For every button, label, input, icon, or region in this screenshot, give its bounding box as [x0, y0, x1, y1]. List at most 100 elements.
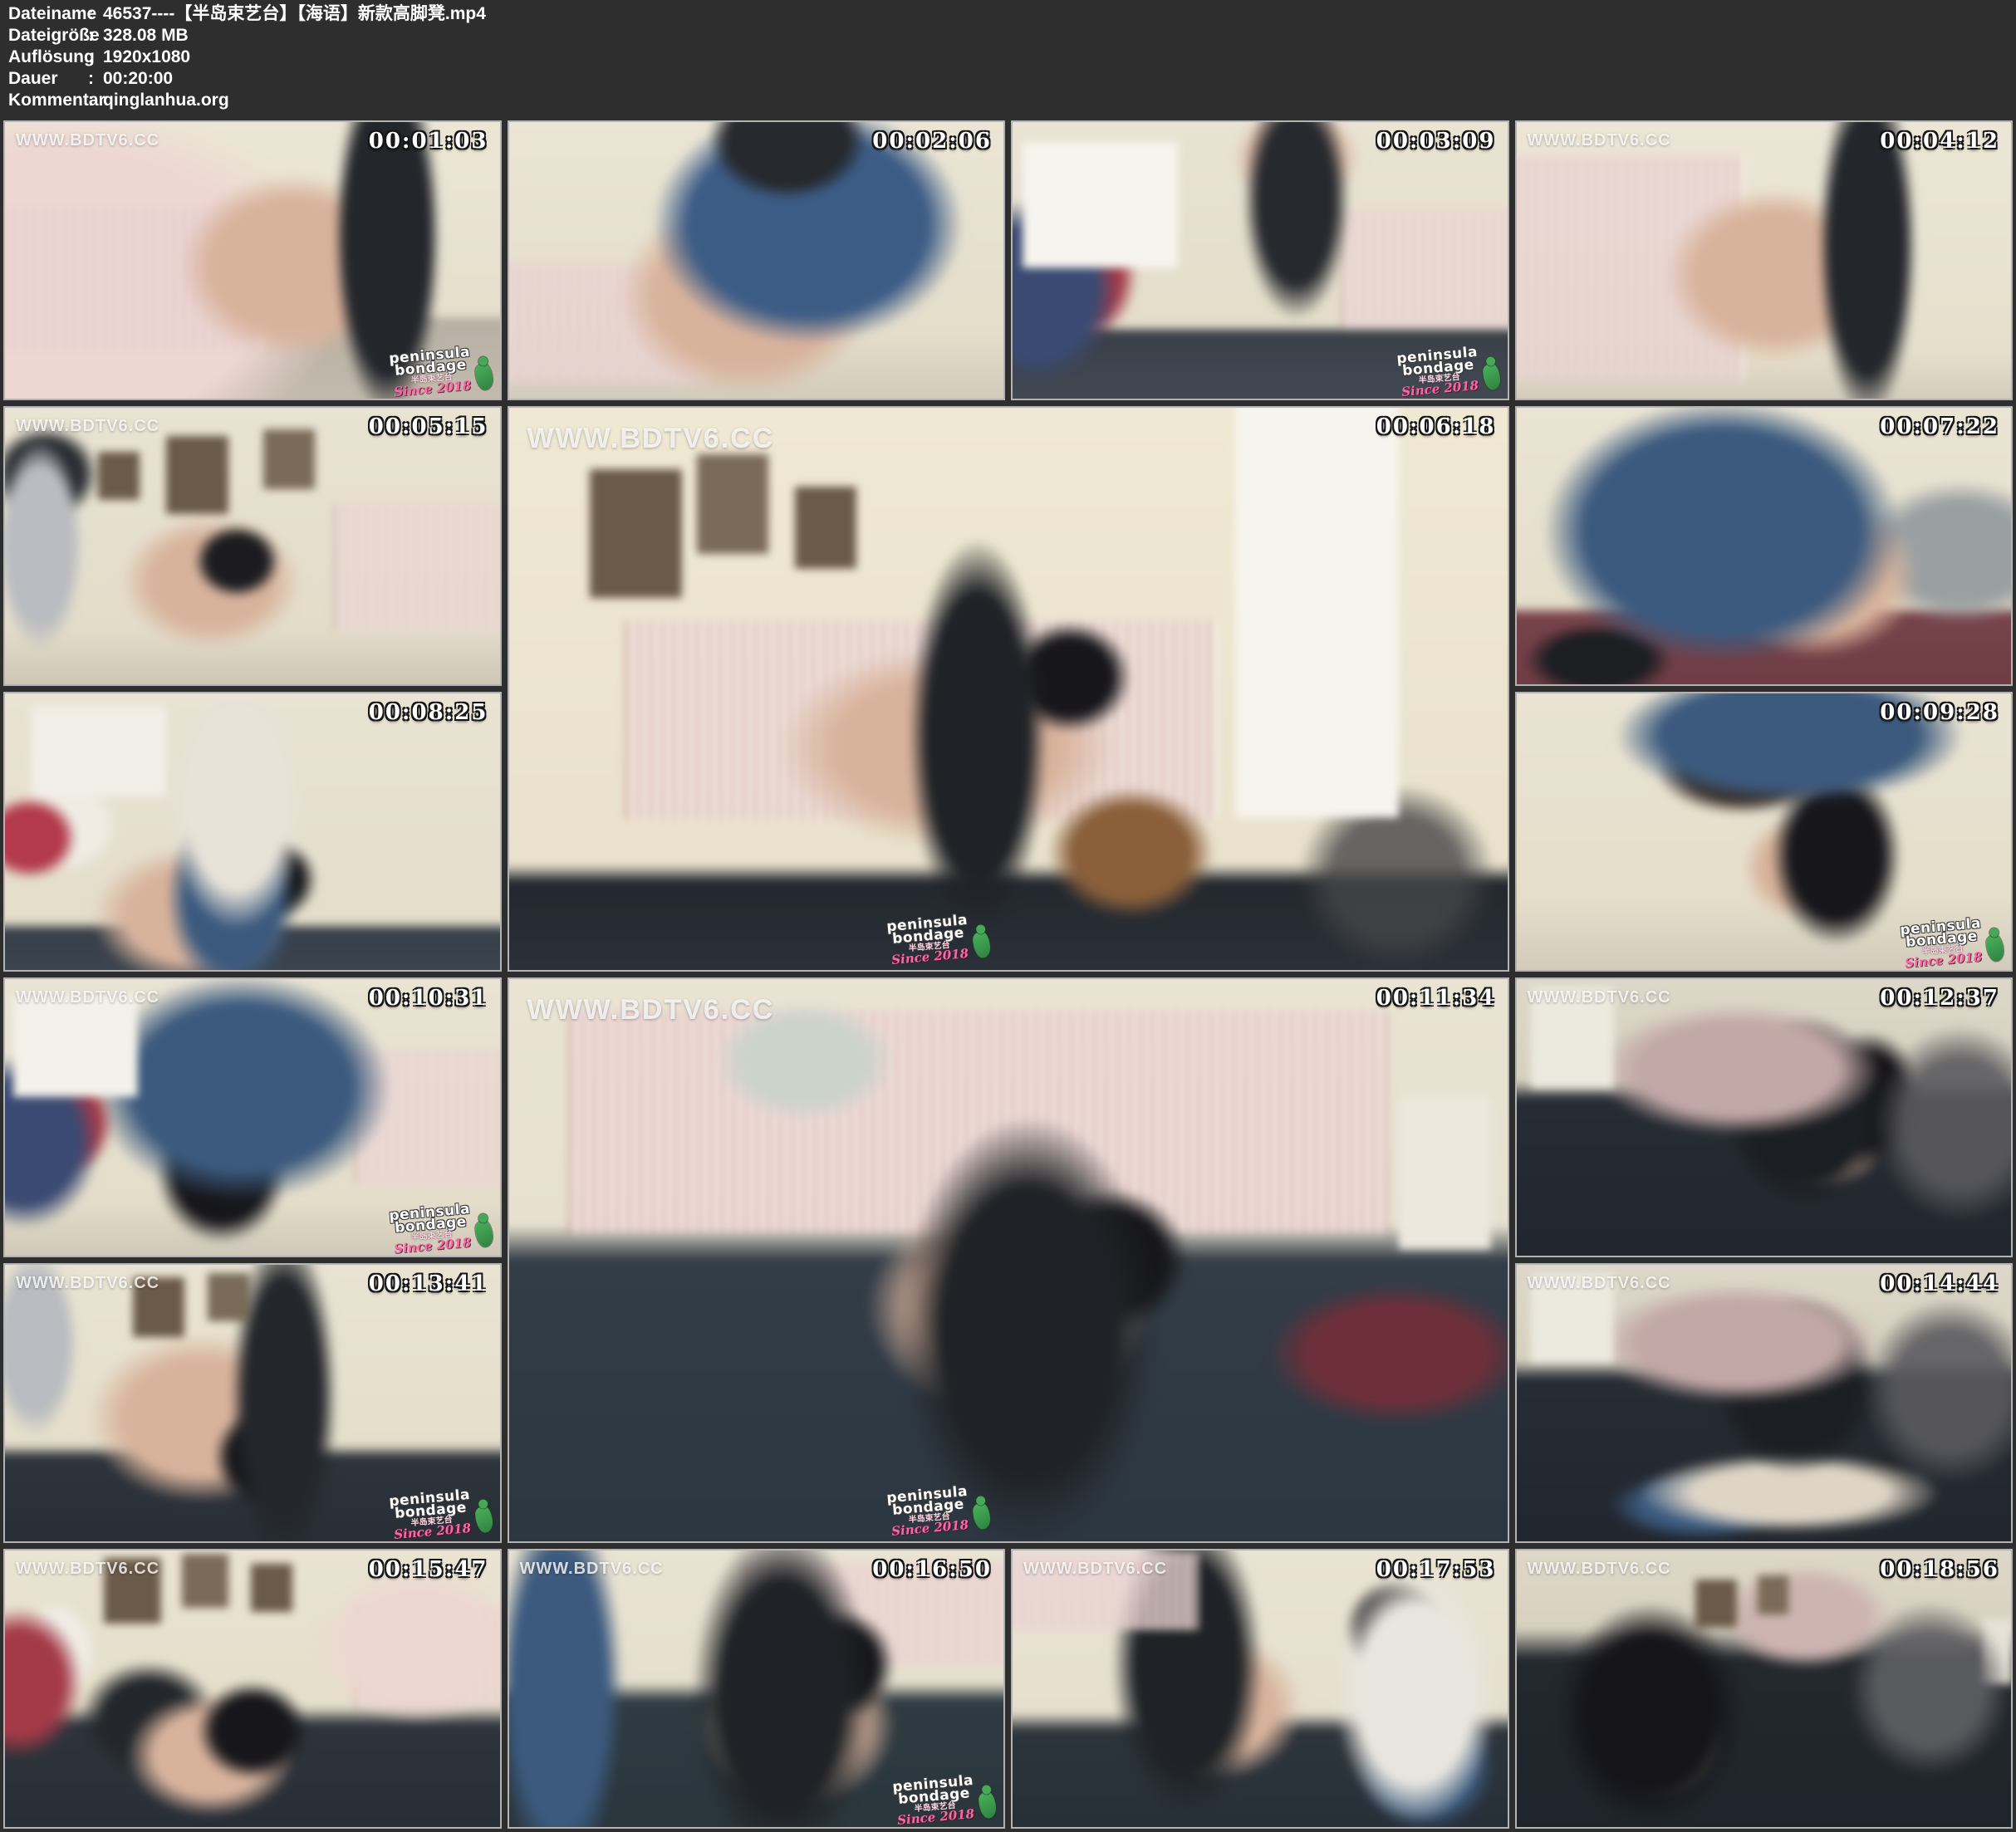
- studio-logo: peninsula bondage 半岛束艺台 Since 2018: [1900, 916, 2004, 969]
- metadata-label: Kommentar: [8, 90, 88, 111]
- timestamp-overlay: 00:16:50: [872, 1557, 992, 1582]
- metadata-row-filesize: Dateigröße : 328.08 MB: [8, 25, 2008, 47]
- timestamp-overlay: 00:02:06: [872, 129, 992, 154]
- site-watermark: WWW.BDTV6.CC: [1023, 1560, 1167, 1579]
- site-watermark: WWW.BDTV6.CC: [16, 417, 159, 436]
- timestamp-overlay: 00:17:53: [1376, 1557, 1496, 1582]
- studio-logo-figure-icon: [972, 1502, 991, 1531]
- video-thumbnail: WWW.BDTV6.CC 00:18:56: [1515, 1549, 2014, 1829]
- studio-logo: peninsula bondage 半岛束艺台 Since 2018: [389, 1202, 493, 1255]
- timestamp-overlay: 00:10:31: [369, 986, 488, 1011]
- video-thumbnail: WWW.BDTV6.CC 00:16:50 peninsula bondage …: [508, 1549, 1006, 1829]
- timestamp-overlay: 00:03:09: [1376, 129, 1496, 154]
- metadata-label: Dateigröße: [8, 25, 88, 47]
- timestamp-overlay: 00:05:15: [369, 414, 488, 439]
- metadata-row-comment: Kommentar : qinglanhua.org: [8, 90, 2008, 111]
- thumbnail-image-placeholder: [3, 406, 502, 686]
- timestamp-overlay: 00:14:44: [1880, 1271, 1999, 1296]
- thumbnail-image-placeholder: [1011, 1549, 1509, 1829]
- thumbnail-image-placeholder: [1515, 406, 2014, 686]
- studio-logo-figure-icon: [972, 931, 991, 959]
- studio-logo: peninsula bondage 半岛束艺台 Since 2018: [389, 1487, 493, 1541]
- metadata-separator: :: [88, 25, 103, 47]
- studio-logo: peninsula bondage 半岛束艺台 Since 2018: [1396, 345, 1501, 398]
- site-watermark: WWW.BDTV6.CC: [1528, 1560, 1671, 1579]
- site-watermark: WWW.BDTV6.CC: [520, 1560, 664, 1579]
- metadata-label: Dateiname: [8, 3, 88, 25]
- contact-sheet: Dateiname : 46537----【半岛束艺台】【海语】新款高脚凳.mp…: [0, 0, 2016, 1832]
- metadata-value-filename: 46537----【半岛束艺台】【海语】新款高脚凳.mp4: [103, 3, 2008, 25]
- site-watermark: WWW.BDTV6.CC: [16, 1274, 159, 1293]
- studio-logo: peninsula bondage 半岛束艺台 Since 2018: [886, 913, 991, 966]
- timestamp-overlay: 00:18:56: [1880, 1557, 1999, 1582]
- studio-logo-text: peninsula bondage 半岛束艺台 Since 2018: [389, 1203, 473, 1255]
- video-thumbnail: 00:08:25: [3, 692, 502, 972]
- studio-logo-figure-icon: [474, 1220, 493, 1248]
- thumbnail-grid: WWW.BDTV6.CC 00:01:03 peninsula bondage …: [3, 120, 2013, 1829]
- video-thumbnail: WWW.BDTV6.CC 00:06:18 peninsula bondage …: [508, 406, 1509, 972]
- metadata-label: Dauer: [8, 68, 88, 90]
- site-watermark: WWW.BDTV6.CC: [1528, 988, 1671, 1007]
- metadata-value-duration: 00:20:00: [103, 68, 2008, 90]
- studio-logo-text: peninsula bondage 半岛束艺台 Since 2018: [892, 1775, 977, 1826]
- video-thumbnail: WWW.BDTV6.CC 00:14:44: [1515, 1263, 2014, 1543]
- file-metadata-header: Dateiname : 46537----【半岛束艺台】【海语】新款高脚凳.mp…: [8, 3, 2008, 111]
- video-thumbnail: WWW.BDTV6.CC 00:11:34 peninsula bondage …: [508, 977, 1509, 1543]
- metadata-separator: :: [88, 68, 103, 90]
- studio-logo-figure-icon: [978, 1791, 997, 1820]
- metadata-value-comment: qinglanhua.org: [103, 90, 2008, 111]
- metadata-value-resolution: 1920x1080: [103, 47, 2008, 68]
- site-watermark: WWW.BDTV6.CC: [527, 423, 775, 455]
- video-thumbnail: 00:03:09 peninsula bondage 半岛束艺台 Since 2…: [1011, 120, 1509, 400]
- video-thumbnail: 00:09:28 peninsula bondage 半岛束艺台 Since 2…: [1515, 692, 2014, 972]
- studio-logo-figure-icon: [1482, 363, 1501, 391]
- studio-logo-text: peninsula bondage 半岛束艺台 Since 2018: [886, 1486, 971, 1537]
- site-watermark: WWW.BDTV6.CC: [1528, 1274, 1671, 1293]
- thumbnail-image-placeholder: [3, 1549, 502, 1829]
- site-watermark: WWW.BDTV6.CC: [16, 131, 159, 150]
- timestamp-overlay: 00:01:03: [369, 129, 488, 154]
- timestamp-overlay: 00:09:28: [1880, 700, 1999, 725]
- metadata-value-filesize: 328.08 MB: [103, 25, 2008, 47]
- studio-logo: peninsula bondage 半岛束艺台 Since 2018: [892, 1773, 997, 1826]
- timestamp-overlay: 00:06:18: [1376, 414, 1496, 439]
- site-watermark: WWW.BDTV6.CC: [527, 994, 775, 1026]
- video-thumbnail: WWW.BDTV6.CC 00:15:47: [3, 1549, 502, 1829]
- timestamp-overlay: 00:12:37: [1880, 986, 1999, 1011]
- video-thumbnail: WWW.BDTV6.CC 00:17:53: [1011, 1549, 1509, 1829]
- video-thumbnail: WWW.BDTV6.CC 00:12:37: [1515, 977, 2014, 1257]
- metadata-row-duration: Dauer : 00:20:00: [8, 68, 2008, 90]
- thumbnail-image-placeholder: [1515, 1549, 2014, 1829]
- studio-logo-figure-icon: [474, 1506, 493, 1534]
- video-thumbnail: WWW.BDTV6.CC 00:04:12: [1515, 120, 2014, 400]
- timestamp-overlay: 00:07:22: [1880, 414, 1999, 439]
- studio-logo-figure-icon: [1985, 934, 2004, 963]
- studio-logo: peninsula bondage 半岛束艺台 Since 2018: [389, 345, 493, 398]
- metadata-label: Auflösung: [8, 47, 88, 68]
- studio-logo-figure-icon: [474, 363, 493, 391]
- metadata-separator: :: [88, 3, 103, 25]
- studio-logo-text: peninsula bondage 半岛束艺台 Since 2018: [1396, 346, 1481, 398]
- timestamp-overlay: 00:15:47: [369, 1557, 488, 1582]
- metadata-separator: :: [88, 47, 103, 68]
- thumbnail-image-placeholder: [1515, 977, 2014, 1257]
- site-watermark: WWW.BDTV6.CC: [16, 988, 159, 1007]
- video-thumbnail: WWW.BDTV6.CC 00:01:03 peninsula bondage …: [3, 120, 502, 400]
- studio-logo: peninsula bondage 半岛束艺台 Since 2018: [886, 1484, 991, 1537]
- studio-logo-text: peninsula bondage 半岛束艺台 Since 2018: [389, 346, 473, 398]
- timestamp-overlay: 00:04:12: [1880, 129, 1999, 154]
- studio-logo-text: peninsula bondage 半岛束艺台 Since 2018: [389, 1489, 473, 1541]
- thumbnail-image-placeholder: [1515, 1263, 2014, 1543]
- site-watermark: WWW.BDTV6.CC: [16, 1560, 159, 1579]
- site-watermark: WWW.BDTV6.CC: [1528, 131, 1671, 150]
- studio-logo-text: peninsula bondage 半岛束艺台 Since 2018: [1900, 918, 1984, 969]
- video-thumbnail: WWW.BDTV6.CC 00:05:15: [3, 406, 502, 686]
- video-thumbnail: 00:07:22: [1515, 406, 2014, 686]
- metadata-row-filename: Dateiname : 46537----【半岛束艺台】【海语】新款高脚凳.mp…: [8, 3, 2008, 25]
- metadata-row-resolution: Auflösung : 1920x1080: [8, 47, 2008, 68]
- thumbnail-image-placeholder: [508, 406, 1509, 972]
- video-thumbnail: WWW.BDTV6.CC 00:13:41 peninsula bondage …: [3, 1263, 502, 1543]
- timestamp-overlay: 00:08:25: [369, 700, 488, 725]
- timestamp-overlay: 00:11:34: [1376, 986, 1496, 1011]
- thumbnail-image-placeholder: [508, 120, 1006, 400]
